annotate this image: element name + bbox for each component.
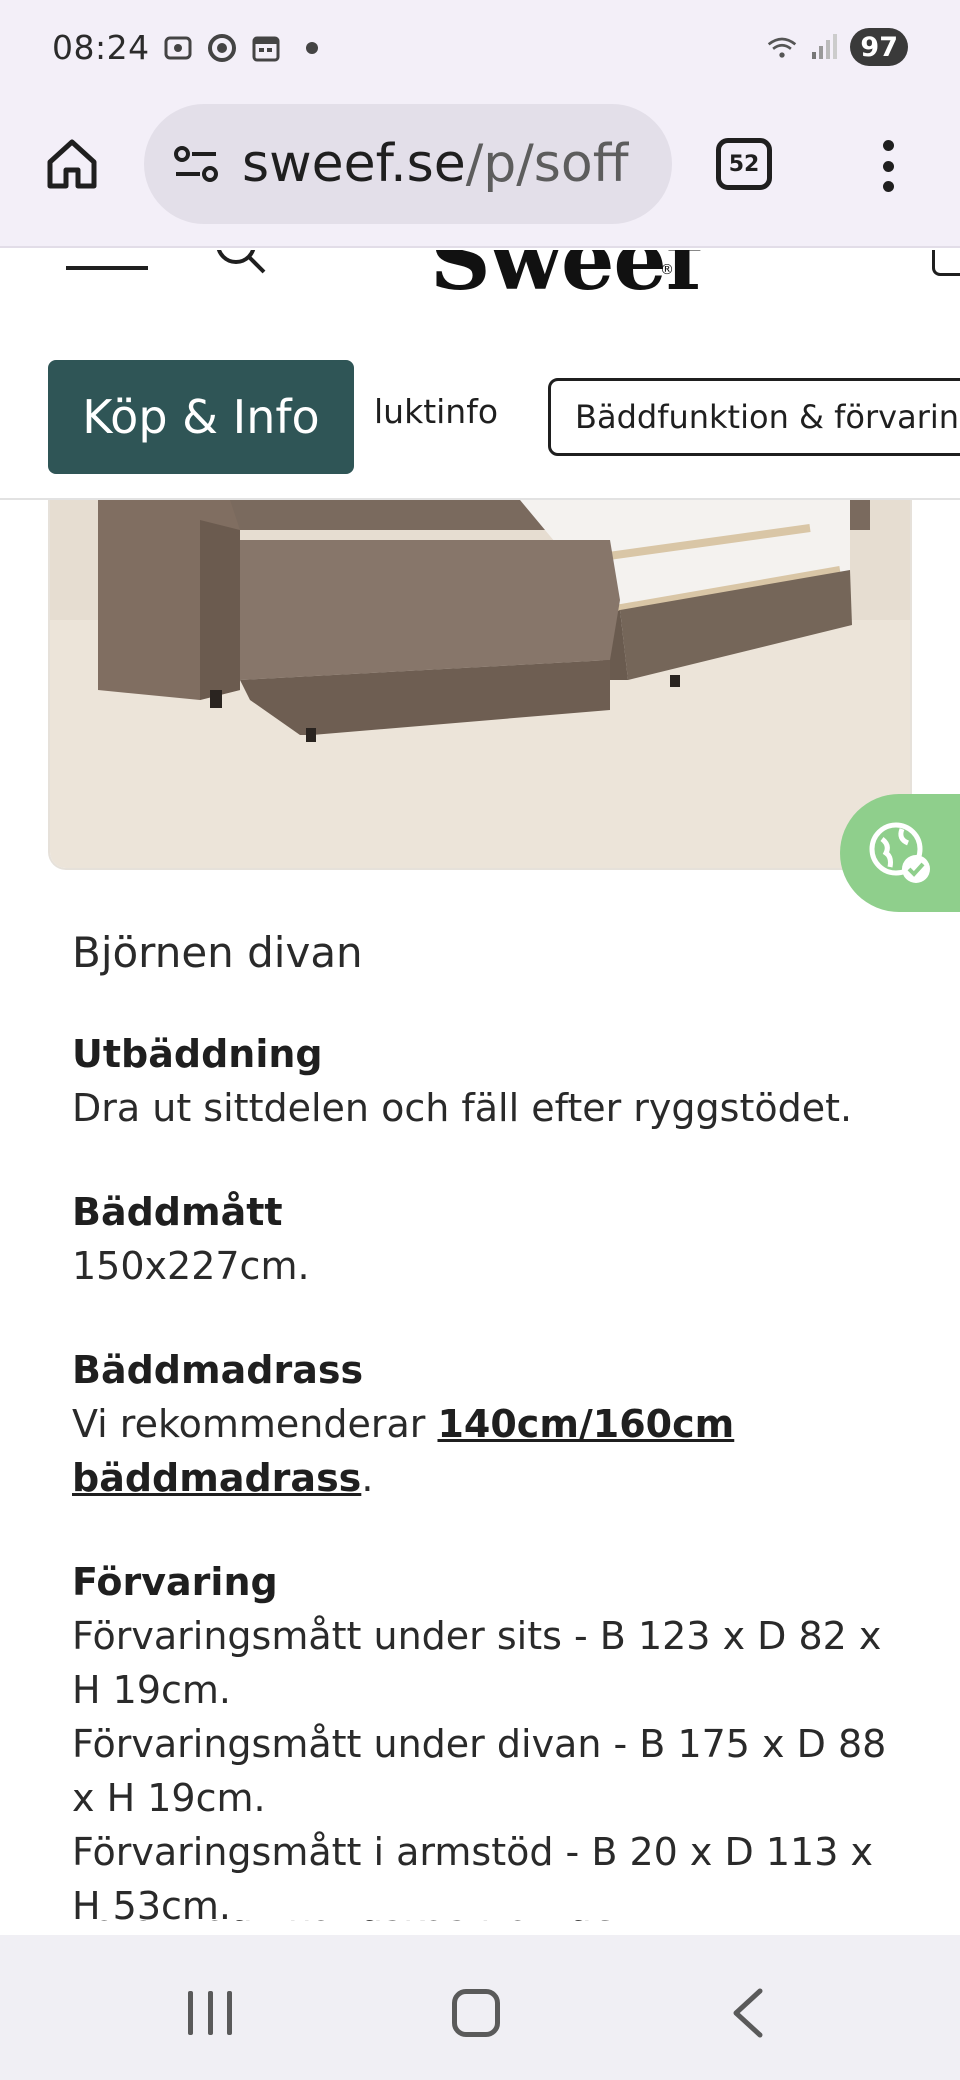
spec-text: Dra ut sittdelen och fäll efter ryggstöd… (72, 1086, 853, 1130)
product-image (48, 500, 912, 870)
home-button[interactable] (40, 132, 104, 196)
spec-text: Vi rekommenderar 140cm/160cm bäddmadrass… (72, 1397, 912, 1505)
storage-line: Förvaringsmått i armstöd - B 20 x D 113 … (72, 1830, 873, 1928)
calendar-icon (250, 32, 282, 64)
spec-utbaddning: Utbäddning Dra ut sittdelen och fäll eft… (72, 1027, 912, 1135)
site-header: Sweef ® (0, 250, 960, 310)
url-path: /p/soff (465, 134, 629, 194)
status-system-icons: 97 (766, 28, 908, 66)
eco-badge[interactable] (840, 794, 960, 912)
screen: 08:24 97 sweef.se/p/soff 52 Sweef ® Köp … (0, 0, 960, 2080)
spec-label: Utbäddning (72, 1032, 323, 1076)
home-nav-button[interactable] (452, 1989, 500, 2037)
storage-line: Förvaringsmått under divan - B 175 x D 8… (72, 1722, 887, 1820)
more-menu-icon[interactable] (868, 136, 908, 196)
spec-text-before: Vi rekommenderar (72, 1402, 438, 1446)
system-nav-bar (0, 1935, 960, 2080)
storage-line: Förvaringsmått under sits - B 123 x D 82… (72, 1614, 882, 1712)
site-settings-icon[interactable] (168, 136, 224, 192)
search-icon[interactable] (212, 250, 268, 276)
tab-buy-info[interactable]: Köp & Info (48, 360, 354, 474)
spec-forvaring: Förvaring Förvaringsmått under sits - B … (72, 1555, 912, 1933)
spec-baddmatt: Bäddmått 150x227cm. (72, 1185, 912, 1293)
tab-product-info[interactable]: luktinfo (374, 392, 498, 431)
product-tab-nav: Köp & Info luktinfo Bäddfunktion & förva… (0, 310, 960, 500)
product-description: Björnen divan Utbäddning Dra ut sittdele… (72, 920, 912, 1933)
eco-globe-check-icon (869, 822, 930, 883)
hamburger-menu-icon[interactable] (66, 258, 148, 288)
tab-bed-function[interactable]: Bäddfunktion & förvaring (548, 378, 960, 456)
url-host: sweef.se (242, 134, 466, 194)
recents-button[interactable] (188, 1991, 232, 2035)
status-bar: 08:24 97 (0, 0, 960, 100)
browser-toolbar: sweef.se/p/soff 52 (0, 100, 960, 248)
signal-icon (808, 31, 840, 63)
site-logo[interactable]: Sweef (430, 250, 702, 309)
tab-switcher-button[interactable]: 52 (716, 138, 772, 190)
wifi-icon (766, 31, 798, 63)
circle-record-icon (206, 32, 238, 64)
spec-baddmadrass: Bäddmadrass Vi rekommenderar 140cm/160cm… (72, 1343, 912, 1505)
home-icon (47, 139, 97, 189)
logo-registered-mark: ® (660, 262, 674, 278)
notification-dot (306, 42, 318, 54)
url-text[interactable]: sweef.se/p/soff (242, 134, 629, 194)
status-time: 08:24 (52, 28, 150, 67)
spec-text: 150x227cm. (72, 1244, 310, 1288)
storage-line-partial: Våra ...ådinhandskas från det i... (72, 1920, 852, 1934)
spec-text-after: . (361, 1456, 374, 1500)
address-bar[interactable]: sweef.se/p/soff (144, 104, 672, 224)
back-button[interactable] (728, 1987, 768, 2039)
cart-icon[interactable] (932, 250, 960, 276)
screenshot-icon (162, 32, 194, 64)
spec-label: Bäddmått (72, 1190, 283, 1234)
status-notification-icons (162, 32, 318, 64)
spec-label: Bäddmadrass (72, 1348, 364, 1392)
spec-label: Förvaring (72, 1560, 278, 1604)
battery-indicator: 97 (850, 28, 908, 66)
product-title: Björnen divan (72, 928, 363, 977)
